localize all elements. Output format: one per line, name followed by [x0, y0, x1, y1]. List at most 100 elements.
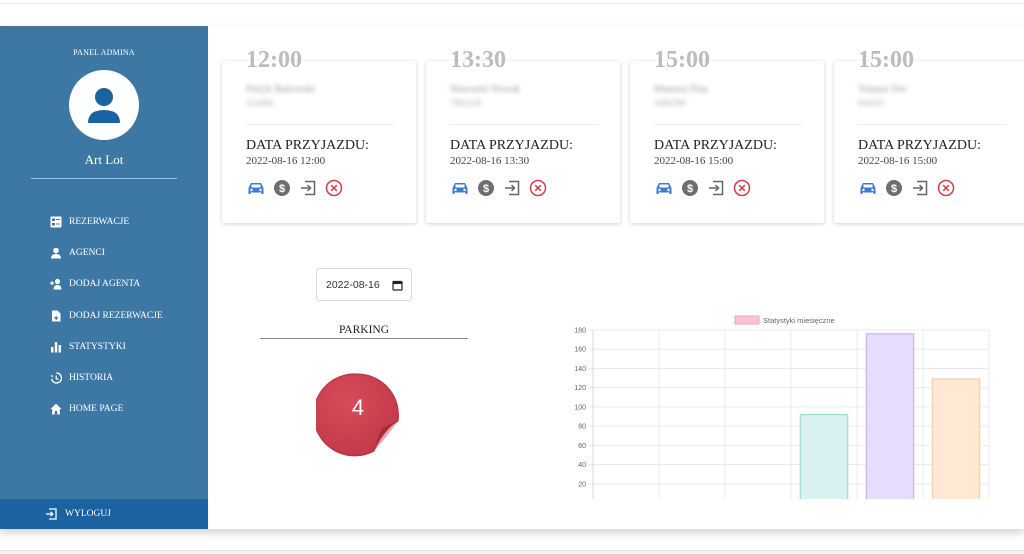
cancel-icon [529, 179, 546, 197]
check-in-icon [912, 180, 927, 196]
reservation-card: 12:00 Patryk Bukowski 123456 DATA PRZYJA… [222, 47, 416, 223]
y-tick-label: 60 [578, 443, 586, 450]
card-time: 15:00 [858, 47, 914, 73]
parking-divider [260, 338, 468, 339]
payment-button[interactable]: $ [884, 179, 903, 197]
card-divider [654, 124, 802, 125]
parking-label: PARKING [338, 324, 390, 336]
y-tick-label: 140 [574, 366, 586, 373]
admin-panel: PANEL ADMINA Art Lot REZERWACJE AGENCI D… [0, 26, 1024, 529]
sidebar-item-label: DODAJ AGENTA [69, 279, 141, 290]
card-guest-phone: 123456 [246, 98, 273, 108]
card-guest-name: Tomasz Dre [858, 84, 907, 95]
cancel-icon [937, 179, 954, 197]
user-name: Art Lot [84, 152, 124, 167]
sidebar-item-home-page[interactable]: HOME PAGE [50, 394, 163, 425]
card-guest-name: Sławomir Nowak [450, 84, 521, 95]
card-arrival-label: DATA PRZYJAZDU: [654, 138, 777, 153]
user-plus-icon [50, 279, 62, 290]
logout-icon [46, 508, 57, 520]
parking-button[interactable] [450, 179, 469, 197]
reservation-cards: 12:00 Patryk Bukowski 123456 DATA PRZYJA… [222, 36, 1024, 226]
dollar-icon: $ [273, 180, 290, 196]
calendar-icon[interactable] [392, 280, 403, 291]
svg-text:$: $ [890, 183, 896, 195]
parking-count: 4 [351, 395, 365, 420]
history-icon [50, 372, 62, 384]
cancel-button[interactable] [324, 179, 343, 197]
sidebar-item-dodaj-agenta[interactable]: DODAJ AGENTA [50, 269, 163, 300]
card-arrival-label: DATA PRZYJAZDU: [450, 138, 573, 153]
card-arrival-date: 2022-08-16 15:00 [654, 155, 734, 167]
check-in-button[interactable] [502, 179, 521, 197]
check-in-icon [504, 180, 519, 196]
sidebar-item-dodaj-rezerwacje[interactable]: DODAJ REZERWACJE [50, 300, 163, 331]
bar-lipiec [865, 333, 915, 504]
parking-count-badge: 4 [313, 373, 400, 457]
card-arrival-label: DATA PRZYJAZDU: [858, 138, 981, 153]
card-guest-phone: 654321 [858, 98, 885, 108]
card-time: 12:00 [246, 47, 302, 73]
sidebar-item-label: STATYSTYKI [69, 341, 126, 352]
bar-sierpień [931, 378, 981, 504]
car-icon [452, 183, 467, 194]
top-border [0, 0, 1024, 4]
card-divider [450, 124, 598, 125]
card-time: 15:00 [654, 47, 710, 73]
dollar-icon: $ [885, 180, 902, 196]
car-icon [656, 183, 671, 194]
cancel-icon [325, 179, 342, 197]
y-tick-label: 120 [574, 385, 586, 392]
card-actions: $ [450, 179, 547, 197]
date-input-value: 2022-08-16 [326, 278, 380, 291]
svg-text:$: $ [278, 183, 284, 195]
parking-button[interactable] [246, 179, 265, 197]
sidebar-item-rezerwacje[interactable]: REZERWACJE [50, 206, 163, 237]
payment-button[interactable]: $ [476, 179, 495, 197]
check-in-icon [708, 180, 723, 196]
parking-button[interactable] [858, 179, 877, 197]
logout-button[interactable]: WYLOGUJ [0, 499, 208, 529]
legend-label: Statystyki miesięczne [763, 316, 835, 325]
cancel-icon [733, 179, 750, 197]
bar-chart: Statystyki miesięczne0204060801001201401… [574, 315, 990, 518]
cancel-button[interactable] [528, 179, 547, 197]
card-actions: $ [858, 179, 955, 197]
card-actions: $ [246, 179, 343, 197]
card-guest-name: Mateusz Pina [654, 84, 709, 95]
check-in-button[interactable] [298, 179, 317, 197]
cancel-button[interactable] [936, 179, 955, 197]
card-guest-phone: 3456789 [654, 98, 686, 108]
check-in-button[interactable] [910, 179, 929, 197]
car-icon [860, 183, 875, 194]
sidebar-item-agenci[interactable]: AGENCI [50, 237, 163, 268]
user-icon [51, 247, 61, 259]
sidebar-nav: REZERWACJE AGENCI DODAJ AGENTA DODAJ REZ… [50, 206, 163, 425]
sidebar-item-historia[interactable]: HISTORIA [50, 362, 163, 393]
check-in-button[interactable] [706, 179, 725, 197]
card-arrival-date: 2022-08-16 13:30 [450, 155, 530, 167]
reservation-card: 13:30 Sławomir Nowak 7891234 DATA PRZYJA… [426, 47, 620, 223]
car-icon [248, 183, 263, 194]
bottom-border [0, 550, 1024, 554]
sidebar: PANEL ADMINA Art Lot REZERWACJE AGENCI D… [0, 26, 208, 529]
y-tick-label: 20 [578, 481, 586, 488]
date-input[interactable]: 2022-08-16 [316, 268, 412, 301]
parking-button[interactable] [654, 179, 673, 197]
y-tick-label: 160 [574, 347, 586, 354]
sidebar-item-label: DODAJ REZERWACJE [69, 310, 163, 321]
sidebar-item-statystyki[interactable]: STATYSTYKI [50, 331, 163, 362]
card-actions: $ [654, 179, 751, 197]
sidebar-item-label: HOME PAGE [69, 404, 124, 415]
cancel-button[interactable] [732, 179, 751, 197]
legend-swatch [734, 315, 760, 325]
bar-chart-icon [51, 341, 61, 353]
card-divider [246, 124, 394, 125]
payment-button[interactable]: $ [680, 179, 699, 197]
payment-button[interactable]: $ [272, 179, 291, 197]
reservation-card: 15:00 Mateusz Pina 3456789 DATA PRZYJAZD… [630, 47, 824, 223]
card-divider [858, 124, 1006, 125]
sidebar-item-label: REZERWACJE [69, 216, 130, 227]
sidebar-divider [31, 178, 177, 179]
card-arrival-date: 2022-08-16 12:00 [246, 155, 326, 167]
